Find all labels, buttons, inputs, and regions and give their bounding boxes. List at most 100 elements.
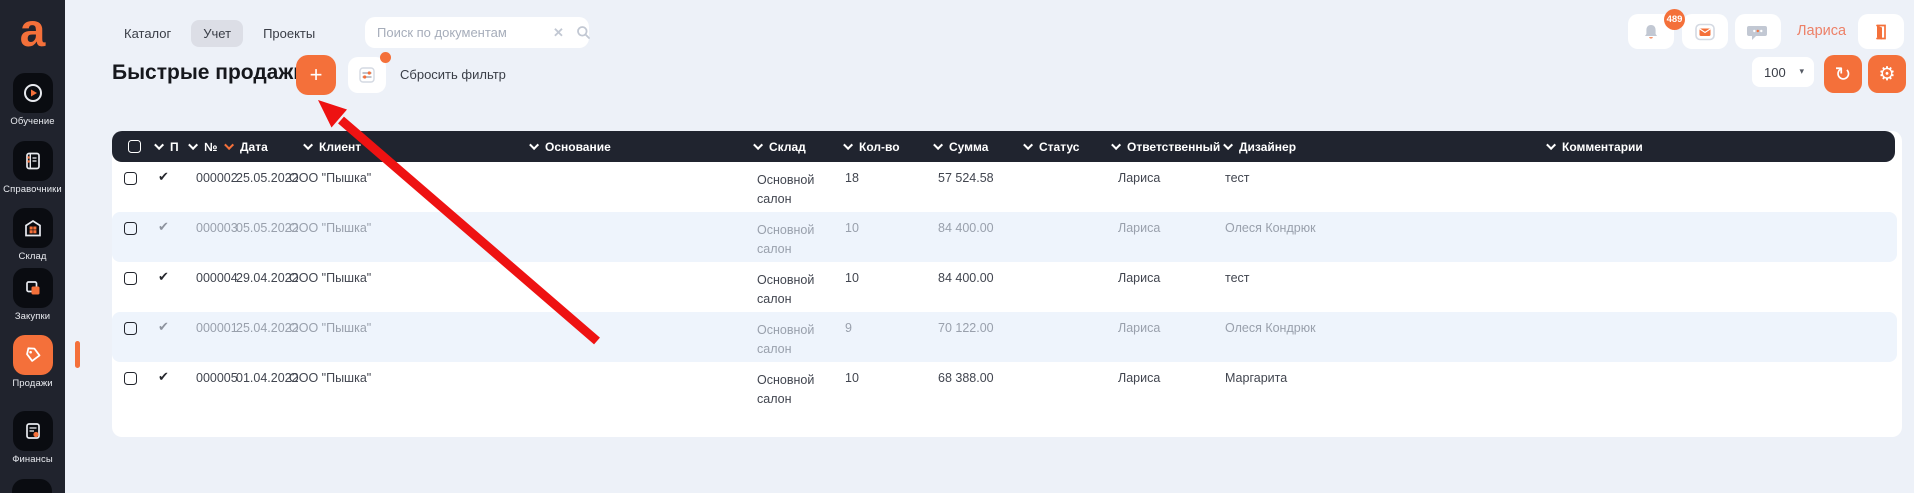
sidebar-item-sales[interactable]: Продажи	[0, 335, 65, 389]
search-input[interactable]	[377, 25, 553, 40]
doc-quantity: 10	[845, 371, 859, 385]
chevron-down-icon	[753, 140, 764, 151]
posted-check-icon: ✔	[158, 370, 169, 385]
sidebar-item-partial[interactable]	[12, 479, 52, 493]
sidebar-item-label: Продажи	[12, 378, 53, 389]
sidebar-item-label: Обучение	[10, 116, 55, 127]
column-header-quantity[interactable]: Кол-во	[843, 131, 900, 162]
filter-button[interactable]	[348, 57, 386, 93]
doc-stock: Основной салон	[757, 173, 815, 207]
doc-designer: Олеся Кондрюк	[1225, 321, 1316, 335]
column-header-sum[interactable]: Сумма	[933, 131, 988, 162]
column-header-date[interactable]: Дата	[224, 131, 268, 162]
doc-client: ООО "Пышка"	[289, 171, 372, 185]
tab-projects[interactable]: Проекты	[251, 20, 327, 47]
user-name[interactable]: Лариса	[1797, 23, 1846, 39]
table-row[interactable]: ✔ 000002 25.05.2022 ООО "Пышка" Основной…	[112, 162, 1897, 212]
book-icon	[22, 150, 44, 172]
row-checkbox[interactable]	[124, 322, 137, 335]
sidebar: a Обучение Справочники Склад Закупки Про…	[0, 0, 65, 493]
mail-button[interactable]	[1682, 14, 1728, 49]
row-checkbox[interactable]	[124, 272, 137, 285]
doc-client: ООО "Пышка"	[289, 321, 372, 335]
column-header-p[interactable]: П	[154, 131, 179, 162]
page-size-select[interactable]: 100 ▾	[1752, 57, 1814, 87]
column-header-designer[interactable]: Дизайнер	[1223, 131, 1296, 162]
doc-client: ООО "Пышка"	[289, 371, 372, 385]
clear-search-icon[interactable]: ✕	[553, 25, 564, 41]
column-header-responsible[interactable]: Ответственный	[1111, 131, 1220, 162]
page-title: Быстрые продажи	[112, 61, 307, 84]
envelope-icon	[1694, 22, 1716, 42]
chevron-down-icon	[1546, 140, 1557, 151]
tab-accounting[interactable]: Учет	[191, 20, 244, 47]
bell-icon	[1641, 22, 1661, 42]
doc-quantity: 18	[845, 171, 859, 185]
play-icon	[22, 82, 44, 104]
chevron-down-icon: ▾	[1799, 67, 1804, 77]
table-row[interactable]: ✔ 000005 01.04.2022 ООО "Пышка" Основной…	[112, 362, 1897, 412]
notifications-badge: 489	[1664, 9, 1685, 30]
doc-quantity: 10	[845, 271, 859, 285]
sidebar-item-purchases[interactable]: Закупки	[0, 268, 65, 322]
filter-active-dot	[380, 52, 391, 63]
sidebar-item-finance[interactable]: Финансы	[0, 411, 65, 465]
doc-number: 000003	[196, 221, 238, 235]
doc-stock: Основной салон	[757, 323, 815, 357]
select-all-checkbox[interactable]	[128, 140, 141, 153]
column-header-number[interactable]: №	[188, 131, 217, 162]
chevron-down-icon	[933, 140, 944, 151]
doc-sum: 57 524.58	[938, 171, 994, 185]
sidebar-item-label: Склад	[18, 251, 47, 262]
add-document-button[interactable]: +	[296, 55, 336, 95]
purchases-icon	[22, 277, 44, 299]
doc-responsible: Лариса	[1118, 321, 1161, 335]
doc-responsible: Лариса	[1118, 221, 1161, 235]
notifications-button[interactable]: 489	[1628, 9, 1685, 49]
doc-sum: 84 400.00	[938, 221, 994, 235]
doc-responsible: Лариса	[1118, 271, 1161, 285]
doc-quantity: 9	[845, 321, 852, 335]
table-row[interactable]: ✔ 000004 29.04.2022 ООО "Пышка" Основной…	[112, 262, 1897, 312]
column-header-comments[interactable]: Комментарии	[1546, 131, 1643, 162]
tab-catalog[interactable]: Каталог	[112, 20, 183, 47]
column-header-basis[interactable]: Основание	[529, 131, 611, 162]
doc-client: ООО "Пышка"	[289, 271, 372, 285]
doc-number: 000002	[196, 171, 238, 185]
doc-responsible: Лариса	[1118, 171, 1161, 185]
table-row[interactable]: ✔ 000001 25.04.2022 ООО "Пышка" Основной…	[112, 312, 1897, 362]
chat-button[interactable]	[1735, 14, 1781, 49]
app-logo[interactable]: a	[0, 2, 65, 58]
sidebar-item-label: Справочники	[3, 184, 62, 195]
row-checkbox[interactable]	[124, 372, 137, 385]
sidebar-item-directories[interactable]: Справочники	[0, 141, 65, 195]
column-header-stock[interactable]: Склад	[753, 131, 806, 162]
sort-chevron-icon	[224, 140, 235, 151]
table-row[interactable]: ✔ 000003 05.05.2022 ООО "Пышка" Основной…	[112, 212, 1897, 262]
column-header-client[interactable]: Клиент	[303, 131, 361, 162]
row-checkbox[interactable]	[124, 172, 137, 185]
reset-filter-button[interactable]: Сбросить фильтр	[400, 67, 506, 82]
doc-designer: Олеся Кондрюк	[1225, 221, 1316, 235]
logout-button[interactable]	[1858, 14, 1904, 49]
doc-designer: тест	[1225, 271, 1250, 285]
doc-stock: Основной салон	[757, 273, 815, 307]
column-header-status[interactable]: Статус	[1023, 131, 1079, 162]
chevron-down-icon	[1111, 140, 1122, 151]
sidebar-item-warehouse[interactable]: Склад	[0, 208, 65, 262]
search-icon[interactable]	[576, 25, 591, 40]
chat-bubble-icon	[1747, 22, 1769, 42]
sidebar-item-training[interactable]: Обучение	[0, 73, 65, 127]
filter-sliders-icon	[357, 65, 377, 85]
document-search[interactable]: ✕	[365, 17, 591, 48]
posted-check-icon: ✔	[158, 270, 169, 285]
doc-number: 000004	[196, 271, 238, 285]
refresh-button[interactable]: ↺	[1824, 55, 1862, 93]
doc-stock: Основной салон	[757, 373, 815, 407]
settings-button[interactable]: ⚙	[1868, 55, 1906, 93]
doc-number: 000001	[196, 321, 238, 335]
chevron-down-icon	[529, 140, 540, 151]
doc-sum: 68 388.00	[938, 371, 994, 385]
posted-check-icon: ✔	[158, 170, 169, 185]
row-checkbox[interactable]	[124, 222, 137, 235]
